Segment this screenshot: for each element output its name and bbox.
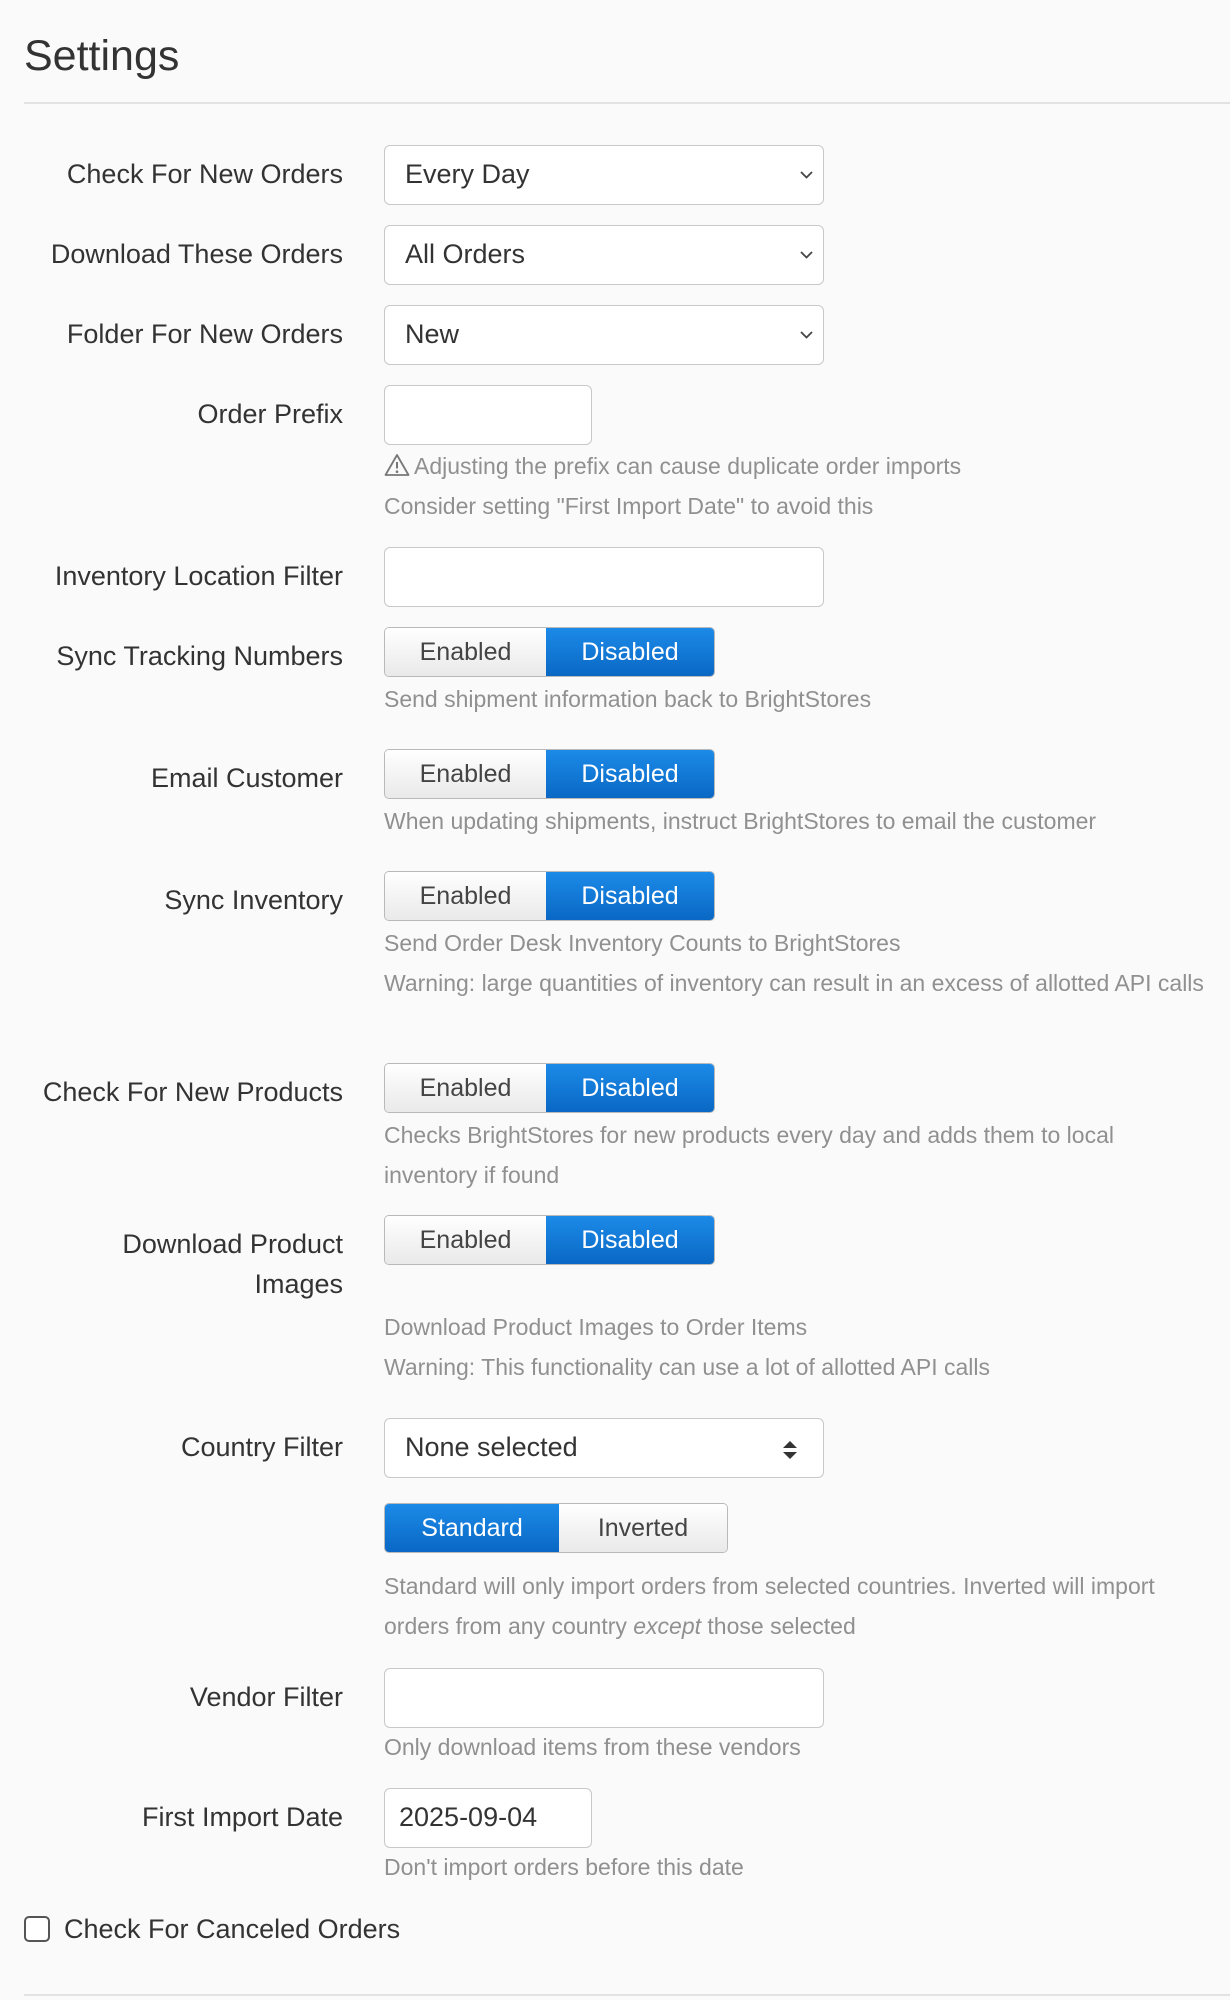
page-title: Settings [24, 32, 180, 80]
download-orders-select[interactable]: All Orders [384, 225, 824, 285]
email-customer-help: When updating shipments, instruct Bright… [384, 808, 1097, 834]
check-new-products-help: Checks BrightStores for new products eve… [384, 1122, 1114, 1188]
sync-tracking-label: Sync Tracking Numbers [56, 641, 343, 671]
check-new-orders-select[interactable]: Every Day [384, 145, 824, 205]
check-canceled-orders-label[interactable]: Check For Canceled Orders [64, 1909, 400, 1949]
first-import-date-label: First Import Date [141, 1802, 343, 1832]
vendor-filter-help: Only download items from these vendors [384, 1734, 801, 1760]
sync-inventory-label: Sync Inventory [164, 885, 343, 915]
sync-tracking-toggle: Enabled Disabled [384, 627, 715, 677]
inventory-location-filter-input[interactable] [384, 547, 824, 607]
folder-new-orders-label: Folder For New Orders [66, 319, 343, 349]
country-filter-label: Country Filter [180, 1432, 343, 1462]
country-filter-value: None selected [405, 1432, 578, 1462]
chevron-down-icon [800, 331, 813, 339]
check-canceled-orders-checkbox[interactable] [24, 1916, 50, 1942]
folder-new-orders-select[interactable]: New [384, 305, 824, 365]
sync-inventory-help-2: Warning: large quantities of inventory c… [384, 970, 1204, 996]
check-new-orders-label: Check For New Orders [66, 159, 343, 189]
sort-arrows-icon [783, 1441, 797, 1459]
download-images-label-line-2: Images [254, 1269, 343, 1299]
download-images-enabled-button[interactable]: Enabled [385, 1216, 546, 1264]
first-import-date-help: Don't import orders before this date [384, 1854, 744, 1880]
title-divider [24, 102, 1230, 104]
sync-tracking-disabled-button[interactable]: Disabled [546, 628, 714, 676]
vendor-filter-input[interactable] [384, 1668, 824, 1728]
sync-inventory-enabled-button[interactable]: Enabled [385, 872, 546, 920]
country-filter-mode-toggle: Standard Inverted [384, 1503, 728, 1553]
download-images-help-1: Download Product Images to Order Items [384, 1314, 808, 1340]
order-prefix-help-1: Adjusting the prefix can cause duplicate… [414, 453, 962, 479]
check-new-orders-value: Every Day [405, 159, 530, 189]
country-filter-multiselect[interactable]: None selected [384, 1418, 824, 1478]
email-customer-toggle: Enabled Disabled [384, 749, 715, 799]
download-orders-label: Download These Orders [50, 239, 343, 269]
sync-tracking-help: Send shipment information back to Bright… [384, 686, 872, 712]
download-orders-value: All Orders [405, 239, 526, 269]
email-customer-enabled-button[interactable]: Enabled [385, 750, 546, 798]
chevron-down-icon [800, 251, 813, 259]
check-new-products-enabled-button[interactable]: Enabled [385, 1064, 546, 1112]
check-new-products-disabled-button[interactable]: Disabled [546, 1064, 714, 1112]
email-customer-label: Email Customer [150, 763, 343, 793]
folder-new-orders-value: New [405, 319, 460, 349]
order-prefix-help-2: Consider setting "First Import Date" to … [384, 493, 874, 519]
sync-inventory-toggle: Enabled Disabled [384, 871, 715, 921]
download-images-label-line-1: Download Product [122, 1229, 343, 1259]
chevron-down-icon [800, 171, 813, 179]
check-new-products-toggle: Enabled Disabled [384, 1063, 715, 1113]
download-images-help-2: Warning: This functionality can use a lo… [384, 1354, 990, 1380]
inventory-location-filter-label: Inventory Location Filter [54, 561, 343, 591]
country-filter-help: Standard will only import orders from se… [384, 1566, 1214, 1646]
sync-tracking-enabled-button[interactable]: Enabled [385, 628, 546, 676]
country-filter-help-emphasis: except [633, 1613, 702, 1639]
order-prefix-warning: Adjusting the prefix can cause duplicate… [384, 446, 1204, 486]
country-filter-help-post: those selected [701, 1613, 856, 1639]
warning-triangle-icon [384, 454, 410, 476]
first-import-date-input[interactable]: 2025-09-04 [384, 1788, 592, 1848]
vendor-filter-label: Vendor Filter [189, 1682, 343, 1712]
order-prefix-label: Order Prefix [197, 399, 343, 429]
download-images-disabled-button[interactable]: Disabled [546, 1216, 714, 1264]
email-customer-disabled-button[interactable]: Disabled [546, 750, 714, 798]
order-prefix-input[interactable] [384, 385, 592, 445]
bottom-divider [24, 1994, 1230, 1996]
sync-inventory-disabled-button[interactable]: Disabled [546, 872, 714, 920]
check-new-products-label: Check For New Products [42, 1077, 343, 1107]
country-filter-inverted-button[interactable]: Inverted [559, 1504, 727, 1552]
sync-inventory-help-1: Send Order Desk Inventory Counts to Brig… [384, 930, 901, 956]
download-images-toggle: Enabled Disabled [384, 1215, 715, 1265]
country-filter-standard-button[interactable]: Standard [385, 1504, 559, 1552]
